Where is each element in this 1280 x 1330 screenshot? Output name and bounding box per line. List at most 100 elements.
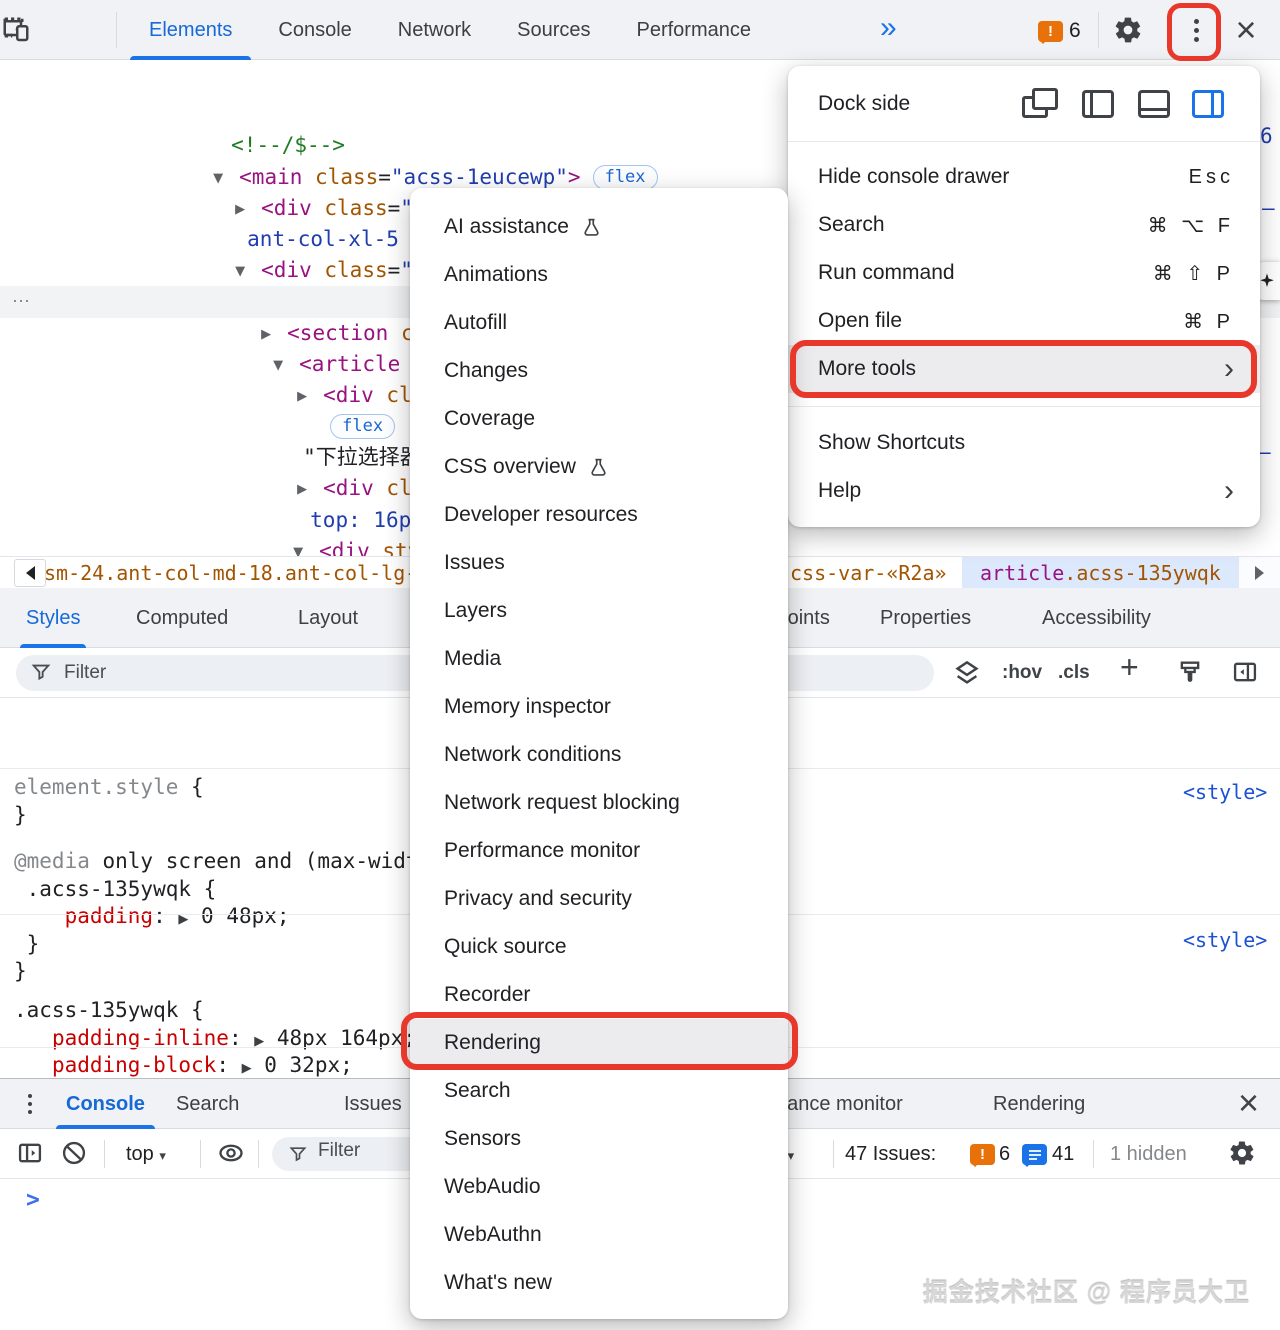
submenu-item[interactable]: Sensors [410,1115,788,1163]
submenu-item[interactable]: WebAuthn [410,1211,788,1259]
submenu-item-label: Changes [444,359,528,383]
submenu-item[interactable]: Privacy and security [410,875,788,923]
issue-error-icon: ! [970,1144,995,1165]
console-filter-placeholder: Filter [318,1140,360,1162]
panel-tab[interactable]: Elements [126,0,255,60]
submenu-item[interactable]: Network conditions [410,731,788,779]
breadcrumb-item[interactable]: css-var-«R2a» [790,557,947,589]
submenu-item[interactable]: Coverage [410,395,788,443]
settings-gear-icon[interactable] [1112,14,1144,46]
issue-error-icon: ! [1038,21,1063,42]
style-source-link[interactable]: <style> [1183,928,1267,952]
sidebar-tab[interactable]: Styles [26,588,80,648]
style-source-link[interactable]: <style> [1183,780,1267,804]
console-prompt-chevron: > [26,1187,40,1213]
submenu-item-label: What's new [444,1271,552,1295]
panel-tab-label: Network [398,19,471,41]
submenu-item[interactable]: Autofill [410,299,788,347]
submenu-item-label: Network request blocking [444,791,680,815]
submenu-item[interactable]: Search [410,1067,788,1115]
main-toolbar: Elements Console Network Sources Perform… [0,0,1280,60]
sidebar-tab[interactable]: Layout [298,588,358,648]
submenu-item[interactable]: Layers [410,587,788,635]
close-drawer-icon[interactable]: × [1238,1088,1259,1118]
submenu-item-label: WebAuthn [444,1223,542,1247]
menu-item[interactable]: Open file ⌘ P [788,297,1260,345]
panel-tab[interactable]: Network [375,0,494,60]
menu-item[interactable]: Show Shortcuts [788,419,1260,467]
more-tabs-icon[interactable]: » [880,0,897,60]
breadcrumb-item[interactable]: sm-24.ant-col-md-18.ant-col-lg- [44,557,417,589]
drawer-tab[interactable]: Rendering [981,1079,1097,1129]
breadcrumb-forward-icon[interactable] [1238,557,1280,589]
menu-item[interactable]: Help › [788,467,1260,515]
code-token: : [216,1053,241,1077]
chevron-down-icon: ▾ [788,1148,795,1163]
layer-footer[interactable]: Layer global [14,1053,166,1078]
submenu-item[interactable]: Performance monitor [410,827,788,875]
clear-console-icon[interactable] [60,1139,88,1172]
customize-devtools-kebab-icon[interactable] [1180,14,1212,46]
drawer-tab[interactable]: Console [54,1079,157,1129]
sidebar-tab[interactable]: Properties [880,588,971,648]
code-token: ▶ [242,1061,252,1076]
submenu-item[interactable]: Changes [410,347,788,395]
sidebar-tab[interactable]: Accessibility [1042,588,1151,648]
console-context-selector[interactable]: top ▾ [126,1129,166,1179]
message-count: 41 [1052,1129,1074,1179]
hidden-messages-label[interactable]: 1 hidden [1110,1129,1187,1179]
drawer-tab[interactable]: Issues [332,1079,414,1129]
submenu-item[interactable]: Rendering [410,1019,788,1067]
node-more-actions-icon[interactable]: ⋯ [12,286,32,317]
menu-item[interactable]: More tools › [788,345,1260,393]
hov-pseudo-toggle[interactable]: :hov [1002,658,1042,688]
issues-summary[interactable]: 47 Issues: [845,1129,936,1179]
submenu-item[interactable]: CSS overview [410,443,788,491]
submenu-item[interactable]: Quick source [410,923,788,971]
drawer-tab[interactable]: Search [164,1079,251,1129]
submenu-item[interactable]: AI assistance [410,203,788,251]
new-style-rule-plus-icon[interactable]: + [1120,652,1139,682]
submenu-item-label: Rendering [444,1031,541,1055]
error-count: 6 [999,1129,1010,1179]
dock-left-icon[interactable] [1082,90,1114,118]
dock-right-icon[interactable] [1192,90,1224,118]
panel-tab[interactable]: Console [255,0,374,60]
breadcrumb-item[interactable]: article.acss-135ywqk [962,557,1239,589]
menu-item[interactable] [788,393,1260,419]
submenu-item[interactable]: Media [410,635,788,683]
submenu-item[interactable]: Developer resources [410,491,788,539]
rendering-brush-icon[interactable] [1176,658,1204,696]
menu-item-label: Show Shortcuts [818,431,1234,455]
drawer-kebab-icon[interactable] [28,1094,32,1114]
device-toolbar-icon[interactable] [0,14,32,46]
issues-counter[interactable]: ! 6 [1038,19,1081,43]
close-devtools-icon[interactable]: × [1230,14,1262,46]
match-styles-layers-icon[interactable] [952,658,982,698]
submenu-item[interactable]: Memory inspector [410,683,788,731]
submenu-item[interactable]: Animations [410,251,788,299]
eye-live-expression-icon[interactable] [216,1139,246,1172]
sidebar-tab[interactable]: Computed [136,588,228,648]
panel-tab-label: Console [278,19,351,41]
submenu-item-label: Layers [444,599,507,623]
submenu-item-label: Animations [444,263,548,287]
panel-tab[interactable]: Performance [614,0,775,60]
menu-item[interactable]: Run command ⌘ ⇧ P [788,249,1260,297]
undock-icon[interactable] [1022,88,1058,120]
breadcrumb-back-icon[interactable] [14,559,46,587]
menu-item[interactable]: Search ⌘ ⌥ F [788,201,1260,249]
console-settings-gear-icon[interactable] [1228,1139,1256,1172]
submenu-item[interactable]: Issues [410,539,788,587]
submenu-item[interactable]: WebAudio [410,1163,788,1211]
submenu-item[interactable]: What's new [410,1259,788,1307]
submenu-item[interactable]: Recorder [410,971,788,1019]
cls-class-toggle[interactable]: .cls [1058,658,1090,688]
show-console-sidebar-icon[interactable] [16,1139,44,1172]
submenu-item[interactable]: Network request blocking [410,779,788,827]
dock-bottom-icon[interactable] [1138,90,1170,118]
toggle-sidebar-icon[interactable] [1230,658,1260,696]
panel-tab[interactable]: Sources [494,0,613,60]
menu-item[interactable]: Hide console drawer Esc [788,153,1260,201]
submenu-item-label: CSS overview [444,455,576,479]
